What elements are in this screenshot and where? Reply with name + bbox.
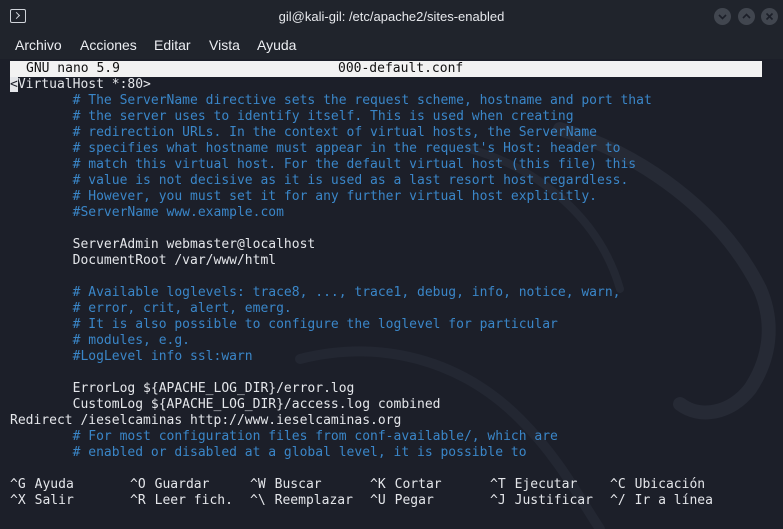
shortcut-item[interactable]: ^X Salir [10, 493, 74, 509]
shortcut-item[interactable]: ^G Ayuda [10, 477, 74, 493]
shortcut-label: Ir a línea [634, 493, 713, 508]
shortcut-key: ^G [10, 477, 26, 492]
shortcut-item[interactable]: ^C Ubicación [610, 477, 705, 493]
shortcut-key: ^C [610, 477, 626, 492]
shortcut-key: ^U [370, 493, 386, 508]
shortcut-label: Ejecutar [514, 477, 578, 492]
shortcut-key: ^J [490, 493, 506, 508]
shortcut-key: ^T [490, 477, 506, 492]
chevron-up-icon [742, 13, 751, 19]
shortcut-key: ^\ [250, 493, 266, 508]
text-cursor: < [10, 77, 18, 92]
code-line: DocumentRoot /var/www/html [10, 253, 277, 268]
title-bar[interactable]: gil@kali-gil: /etc/apache2/sites-enabled [0, 0, 783, 33]
minimize-button[interactable] [714, 8, 731, 25]
nano-filename: 000-default.conf [338, 61, 464, 76]
close-button[interactable] [761, 8, 778, 25]
menu-ayuda[interactable]: Ayuda [257, 37, 296, 53]
comment-line: # It is also possible to configure the l… [10, 317, 558, 332]
shortcut-item[interactable]: ^R Leer fich. [130, 493, 233, 509]
code-line: CustomLog ${APACHE_LOG_DIR}/access.log c… [10, 397, 441, 412]
shortcut-label: Reemplazar [274, 493, 353, 508]
comment-line: # The ServerName directive sets the requ… [10, 93, 652, 108]
comment-line: # redirection URLs. In the context of vi… [10, 125, 597, 140]
comment-line: #ServerName www.example.com [10, 205, 284, 220]
comment-line: # enabled or disabled at a global level,… [10, 445, 527, 460]
shortcut-item[interactable]: ^U Pegar [370, 493, 434, 509]
shortcut-label: Salir [34, 493, 74, 508]
comment-line: # However, you must set it for any furth… [10, 189, 597, 204]
shortcut-label: Buscar [274, 477, 322, 492]
comment-line: # For most configuration files from conf… [10, 429, 558, 444]
shortcut-key: ^K [370, 477, 386, 492]
shortcut-key: ^/ [610, 493, 626, 508]
code-line: ServerAdmin webmaster@localhost [10, 237, 316, 252]
terminal-area[interactable]: GNU nano 5.9 000-default.conf <VirtualHo… [0, 59, 783, 529]
chevron-down-icon [718, 14, 727, 20]
comment-line: # error, crit, alert, emerg. [10, 301, 292, 316]
shortcut-label: Justificar [514, 493, 593, 508]
window-title: gil@kali-gil: /etc/apache2/sites-enabled [278, 9, 505, 24]
shortcut-item[interactable]: ^W Buscar [250, 477, 322, 493]
menu-bar: Archivo Acciones Editar Vista Ayuda [0, 33, 783, 59]
code-line: <VirtualHost *:80> [10, 77, 151, 92]
shortcut-item[interactable]: ^K Cortar [370, 477, 442, 493]
menu-archivo[interactable]: Archivo [15, 37, 62, 53]
code-line: Redirect /ieselcaminas http://www.ieselc… [10, 413, 402, 428]
shortcut-label: Ubicación [634, 477, 706, 492]
comment-line: # match this virtual host. For the defau… [10, 157, 637, 172]
nano-version: GNU nano 5.9 [26, 61, 120, 76]
shortcut-item[interactable]: ^T Ejecutar [490, 477, 577, 493]
shortcut-key: ^X [10, 493, 26, 508]
comment-line: # value is not decisive as it is used as… [10, 173, 629, 188]
shortcut-label: Ayuda [34, 477, 74, 492]
shortcut-item[interactable]: ^/ Ir a línea [610, 493, 713, 509]
terminal-window: gil@kali-gil: /etc/apache2/sites-enabled… [0, 0, 783, 529]
comment-line: #LogLevel info ssl:warn [10, 349, 253, 364]
shortcut-label: Guardar [154, 477, 210, 492]
comment-line: # modules, e.g. [10, 333, 191, 348]
close-icon [765, 12, 774, 21]
shortcut-label: Leer fich. [154, 493, 233, 508]
comment-line: # the server uses to identify itself. Th… [10, 109, 574, 124]
shortcut-key: ^R [130, 493, 146, 508]
code-line: ErrorLog ${APACHE_LOG_DIR}/error.log [10, 381, 355, 396]
comment-line: # specifies what hostname must appear in… [10, 141, 621, 156]
shortcut-key: ^W [250, 477, 266, 492]
nano-header-bar: GNU nano 5.9 000-default.conf [10, 61, 762, 77]
shortcut-item[interactable]: ^\ Reemplazar [250, 493, 353, 509]
menu-editar[interactable]: Editar [154, 37, 191, 53]
shortcut-label: Pegar [394, 493, 434, 508]
menu-vista[interactable]: Vista [209, 37, 240, 53]
maximize-button[interactable] [738, 8, 755, 25]
shortcut-key: ^O [130, 477, 146, 492]
comment-line: # Available loglevels: trace8, ..., trac… [10, 285, 621, 300]
shortcut-item[interactable]: ^O Guardar [130, 477, 209, 493]
menu-acciones[interactable]: Acciones [80, 37, 137, 53]
shortcut-label: Cortar [394, 477, 442, 492]
shortcut-item[interactable]: ^J Justificar [490, 493, 593, 509]
